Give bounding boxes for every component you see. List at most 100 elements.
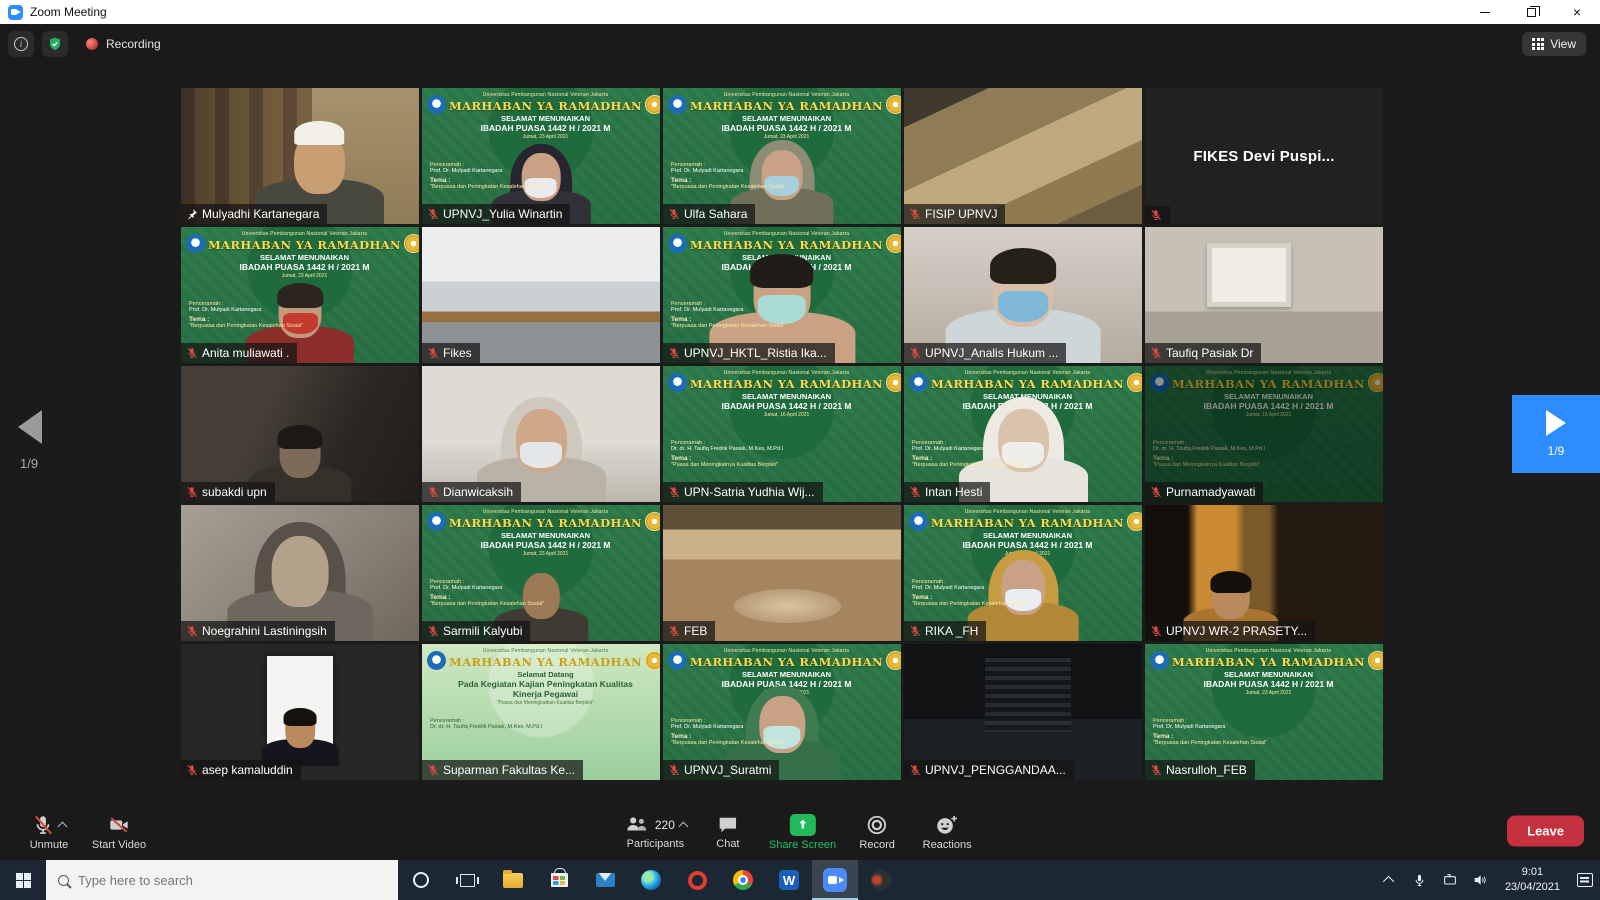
chat-button[interactable]: Chat — [693, 802, 763, 860]
mail-button[interactable] — [582, 860, 628, 900]
participant-tile[interactable]: Universitas Pembangunan Nasional Veteran… — [422, 644, 660, 780]
poster-line1: Selamat Datang — [449, 670, 642, 679]
tray-expand-button[interactable] — [1375, 860, 1405, 900]
participant-tile[interactable]: Dianwicaksih — [422, 366, 660, 502]
zoom-app-button[interactable] — [812, 860, 858, 900]
poster-university: Universitas Pembangunan Nasional Veteran… — [690, 648, 883, 654]
muted-mic-icon — [186, 625, 198, 637]
unmute-button[interactable]: Unmute — [14, 810, 84, 853]
participant-name-label: UPNVJ_PENGGANDAA... — [904, 760, 1074, 780]
tray-mic-button[interactable] — [1405, 860, 1435, 900]
restore-button[interactable] — [1508, 0, 1554, 24]
recording-indicator: Recording — [86, 37, 161, 51]
participant-tile[interactable]: Universitas Pembangunan Nasional Veteran… — [181, 227, 419, 363]
close-button[interactable]: × — [1554, 0, 1600, 24]
participant-tile[interactable]: Universitas Pembangunan Nasional Veteran… — [663, 227, 901, 363]
participant-tile[interactable]: Universitas Pembangunan Nasional Veteran… — [422, 505, 660, 641]
start-button[interactable] — [0, 860, 46, 900]
poster-theme: "Berpuasa dan Peningkatan Kesalehan Sosi… — [671, 323, 814, 329]
poster-title: MARHABAN YA RAMADHAN — [208, 238, 401, 252]
poster-date: Jumat, 23 April 2021 — [1172, 690, 1365, 696]
edge-button[interactable] — [628, 860, 674, 900]
participant-name-label: Fikes — [422, 343, 480, 363]
meeting-info-button[interactable]: i — [8, 31, 34, 57]
leave-button[interactable]: Leave — [1507, 816, 1584, 847]
participant-tile[interactable]: subakdi upn — [181, 366, 419, 502]
poster-theme: "Berpuasa dan Peningkatan Kesalehan Sosi… — [1153, 740, 1296, 746]
microsoft-store-button[interactable] — [536, 860, 582, 900]
view-button[interactable]: View — [1522, 32, 1586, 56]
poster-theme: "Berpuasa dan Peningkatan Kesalehan Sosi… — [671, 184, 814, 190]
participant-tile[interactable]: FIKES Devi Puspi... — [1145, 88, 1383, 224]
participant-tile[interactable]: Universitas Pembangunan Nasional Veteran… — [1145, 366, 1383, 502]
poster-speaker: Prof. Dr. Mulyadi Kartanegara — [430, 168, 573, 174]
audio-options-caret[interactable] — [58, 821, 68, 831]
muted-mic-icon — [1150, 347, 1162, 359]
encryption-button[interactable] — [42, 31, 68, 57]
search-icon — [58, 875, 69, 886]
word-button[interactable]: W — [766, 860, 812, 900]
participants-caret[interactable] — [678, 821, 688, 831]
zoom-window: Zoom Meeting × i Recording View — [0, 0, 1600, 900]
participant-tile[interactable]: asep kamaluddin — [181, 644, 419, 780]
cortana-button[interactable] — [398, 860, 444, 900]
participant-tile[interactable]: Universitas Pembangunan Nasional Veteran… — [904, 505, 1142, 641]
previous-page-arrow[interactable] — [18, 410, 42, 444]
muted-mic-icon — [1150, 625, 1162, 637]
participant-tile[interactable]: Universitas Pembangunan Nasional Veteran… — [1145, 644, 1383, 780]
chrome-button[interactable] — [720, 860, 766, 900]
share-screen-button[interactable]: Share Screen — [763, 802, 842, 860]
participant-tile[interactable]: Taufiq Pasiak Dr — [1145, 227, 1383, 363]
participant-tile[interactable]: Universitas Pembangunan Nasional Veteran… — [663, 644, 901, 780]
taskbar-search[interactable] — [46, 860, 398, 900]
task-view-button[interactable] — [444, 860, 490, 900]
file-explorer-button[interactable] — [490, 860, 536, 900]
speaker-icon — [1472, 872, 1488, 888]
participant-tile[interactable]: Noegrahini Lastiningsih — [181, 505, 419, 641]
tray-clock[interactable]: 9:01 23/04/2021 — [1495, 865, 1570, 895]
record-button[interactable]: Record — [842, 802, 912, 860]
poster-title: MARHABAN YA RAMADHAN — [690, 99, 883, 113]
poster-line1: SELAMAT MENUNAIKAN — [449, 531, 642, 540]
poster-speaker: Dr. dr. H. Taufiq Fredrik Pasiak, M.Kes,… — [671, 446, 814, 452]
browser-app-button[interactable] — [858, 860, 904, 900]
muted-mic-icon — [186, 347, 198, 359]
poster-theme-label: Tema : — [912, 455, 1055, 462]
restore-icon — [1527, 8, 1536, 17]
participant-tile[interactable]: Universitas Pembangunan Nasional Veteran… — [904, 366, 1142, 502]
tray-network-button[interactable] — [1435, 860, 1465, 900]
participant-tile[interactable]: UPNVJ_Analis Hukum ... — [904, 227, 1142, 363]
action-center-button[interactable] — [1570, 860, 1600, 900]
participant-tile[interactable]: Universitas Pembangunan Nasional Veteran… — [663, 88, 901, 224]
poster-line1: SELAMAT MENUNAIKAN — [1172, 670, 1365, 679]
search-input[interactable] — [78, 873, 358, 888]
participant-name: Purnamadyawati — [1166, 485, 1255, 499]
participant-name: Suparman Fakultas Ke... — [443, 763, 575, 777]
participant-tile[interactable]: Fikes — [422, 227, 660, 363]
participant-tile[interactable]: Universitas Pembangunan Nasional Veteran… — [422, 88, 660, 224]
participant-name-label: UPNVJ WR-2 PRASETY... — [1145, 621, 1315, 641]
pin-icon — [186, 208, 198, 220]
page-indicator-left: 1/9 — [20, 456, 38, 471]
opera-button[interactable] — [674, 860, 720, 900]
participants-button[interactable]: 220 Participants — [618, 802, 693, 860]
campus-logo-icon — [645, 95, 660, 114]
start-video-button[interactable]: Start Video — [84, 810, 154, 853]
tray-volume-button[interactable] — [1465, 860, 1495, 900]
muted-mic-icon — [1150, 209, 1162, 221]
participant-tile[interactable]: Universitas Pembangunan Nasional Veteran… — [663, 366, 901, 502]
campus-logo-icon — [404, 234, 419, 253]
muted-mic-icon — [909, 486, 921, 498]
participant-name-label: UPNVJ_Analis Hukum ... — [904, 343, 1066, 363]
reactions-button[interactable]: Reactions — [912, 802, 982, 860]
participant-tile[interactable]: FEB — [663, 505, 901, 641]
participant-tile[interactable]: Mulyadhi Kartanegara — [181, 88, 419, 224]
participant-tile[interactable]: UPNVJ_PENGGANDAA... — [904, 644, 1142, 780]
participant-tile[interactable]: UPNVJ WR-2 PRASETY... — [1145, 505, 1383, 641]
poster-theme-label: Tema : — [671, 455, 814, 462]
poster-theme-label: Tema : — [912, 594, 1055, 601]
participant-tile[interactable]: FISIP UPNVJ — [904, 88, 1142, 224]
action-center-icon — [1577, 873, 1593, 887]
minimize-button[interactable] — [1462, 0, 1508, 24]
next-page-arrow[interactable]: 1/9 — [1512, 395, 1600, 473]
